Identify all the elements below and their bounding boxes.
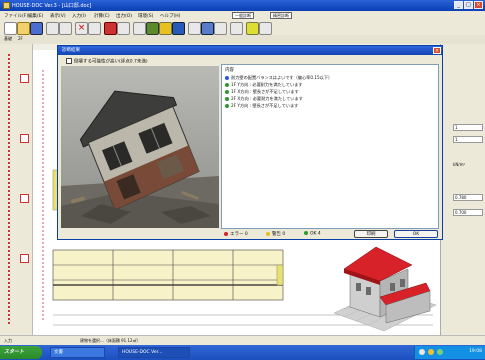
start-button[interactable]: スタート <box>0 346 42 359</box>
maximize-button[interactable]: □ <box>464 1 473 9</box>
check-icon[interactable] <box>172 22 185 35</box>
volume-icon[interactable] <box>428 349 434 355</box>
legend-warning: 警告 0 <box>266 231 285 237</box>
minimize-button[interactable]: _ <box>454 1 463 9</box>
network-icon[interactable] <box>419 349 425 355</box>
wall-icon[interactable] <box>104 22 117 35</box>
dialog-close-button[interactable]: × <box>433 47 441 54</box>
taskbar-item-documents[interactable]: 文書 <box>50 347 105 358</box>
save-icon[interactable] <box>30 22 43 35</box>
close-button[interactable]: × <box>474 1 483 9</box>
result-item[interactable]: 1F X方向 : 壁長さが不足しています <box>225 89 299 95</box>
app-icon <box>3 2 10 9</box>
axis-marker-line <box>8 54 15 324</box>
menu-settings[interactable]: 環境(S) <box>138 13 153 19</box>
results-list: 内容 耐力壁の配置バランスはよいです（偏心率0.15以下） 1F Y方向 : 必… <box>221 64 439 229</box>
taskbar: スタート 文書 HOUSE-DOC Ver... 19:08 <box>0 345 485 360</box>
mode-general-button[interactable]: 一般診断 <box>232 12 254 19</box>
zoom-icon[interactable] <box>230 22 243 35</box>
ok-status-icon <box>225 90 229 94</box>
result-item[interactable]: 2F X方向 : 必要耐力を満たしています <box>225 96 303 102</box>
layer-2f-tab[interactable]: 2F <box>18 36 23 41</box>
grid-tag-icon <box>20 254 29 263</box>
3d-view-icon[interactable] <box>246 22 259 35</box>
window-titlebar: HOUSE-DOC Ver.3 - [山口邸.doc] _ □ × <box>0 0 485 11</box>
property-field[interactable]: 0.700 <box>453 209 483 216</box>
delete-icon[interactable]: × <box>75 22 88 35</box>
roof-icon[interactable] <box>133 22 146 35</box>
dialog-footer: エラー 0 警告 0 OK 4 印刷 OK <box>58 229 442 239</box>
diagnosis-result-dialog: 診断結果 × 倒壊する可能性が高い(評点0.7未満) 内容 耐力壁の配置バランス… <box>57 45 443 240</box>
properties-panel: 1 1 kN/m² 0.780 0.700 <box>440 44 485 335</box>
collapsed-house-photo <box>61 66 219 228</box>
grid-tag-icon <box>20 74 29 83</box>
3d-house-preview[interactable] <box>330 235 438 333</box>
ok-dot-icon <box>304 231 308 235</box>
mode-precise-button[interactable]: 精密診断 <box>270 12 292 19</box>
property-field[interactable]: 0.780 <box>453 194 483 201</box>
info-status-icon <box>225 76 229 80</box>
result-item[interactable]: 2F Y方向 : 壁長さが不足しています <box>225 103 298 109</box>
menu-input[interactable]: 入力(I) <box>72 13 86 19</box>
result-item[interactable]: 1F Y方向 : 必要耐力を満たしています <box>225 82 303 88</box>
clock: 19:08 <box>469 349 482 354</box>
menu-view[interactable]: 表示(V) <box>50 13 66 19</box>
ok-button[interactable]: OK <box>394 230 438 238</box>
house-3d-icon <box>333 246 437 332</box>
dialog-title: 診断結果 <box>58 46 442 55</box>
left-tool-strip <box>0 44 33 335</box>
legend-ok: OK 4 <box>304 231 321 237</box>
line-icon[interactable] <box>188 22 201 35</box>
column-icon[interactable] <box>117 22 130 35</box>
ok-status-icon <box>225 83 229 87</box>
collapse-risk-checkbox[interactable]: 倒壊する可能性が高い(評点0.7未満) <box>66 58 148 65</box>
floor-icon[interactable] <box>146 22 159 35</box>
system-tray: 19:08 <box>414 346 485 359</box>
select-icon[interactable] <box>88 22 101 35</box>
menu-file[interactable]: ファイル(F) <box>4 13 28 19</box>
collapsed-house-image <box>61 66 219 228</box>
grid-tag-icon <box>20 134 29 143</box>
menu-edit[interactable]: 編集(E) <box>28 13 43 19</box>
preview-icon[interactable] <box>214 22 227 35</box>
main-toolbar: × <box>0 20 485 36</box>
checkbox-box[interactable] <box>66 58 72 64</box>
taskbar-item-house-doc[interactable]: HOUSE-DOC Ver... <box>118 347 190 358</box>
ok-status-icon <box>225 104 229 108</box>
property-field[interactable]: 1 <box>453 124 483 131</box>
security-icon[interactable] <box>437 349 443 355</box>
legend-error: エラー 0 <box>224 231 248 237</box>
menu-calc[interactable]: 計算(C) <box>94 13 110 19</box>
result-item[interactable]: 耐力壁の配置バランスはよいです（偏心率0.15以下） <box>225 75 332 81</box>
undo-icon[interactable] <box>46 22 59 35</box>
redo-icon[interactable] <box>59 22 72 35</box>
print-icon[interactable] <box>201 22 214 35</box>
results-header: 内容 <box>225 68 234 73</box>
unit-label: kN/m² <box>453 162 466 167</box>
layer-foundation-tab[interactable]: 基礎 <box>4 36 12 42</box>
checkbox-label: 倒壊する可能性が高い(評点0.7未満) <box>74 59 148 65</box>
ok-status-icon <box>225 97 229 101</box>
grid-tag-icon <box>20 194 29 203</box>
calc-icon[interactable] <box>159 22 172 35</box>
warning-dot-icon <box>266 231 270 236</box>
window-title: HOUSE-DOC Ver.3 - [山口邸.doc] <box>12 3 92 9</box>
menu-help[interactable]: ヘルプ(H) <box>160 13 180 19</box>
error-dot-icon <box>224 231 228 236</box>
print-button[interactable]: 印刷 <box>354 230 388 238</box>
property-field[interactable]: 1 <box>453 136 483 143</box>
status-text: 建物を選択...（床面積 91.12㎡） <box>80 338 141 343</box>
help-icon[interactable] <box>259 22 272 35</box>
open-folder-icon[interactable] <box>17 22 30 35</box>
new-file-icon[interactable] <box>4 22 17 35</box>
status-mode: 入力 <box>4 338 12 343</box>
menu-output[interactable]: 出力(O) <box>116 13 132 19</box>
